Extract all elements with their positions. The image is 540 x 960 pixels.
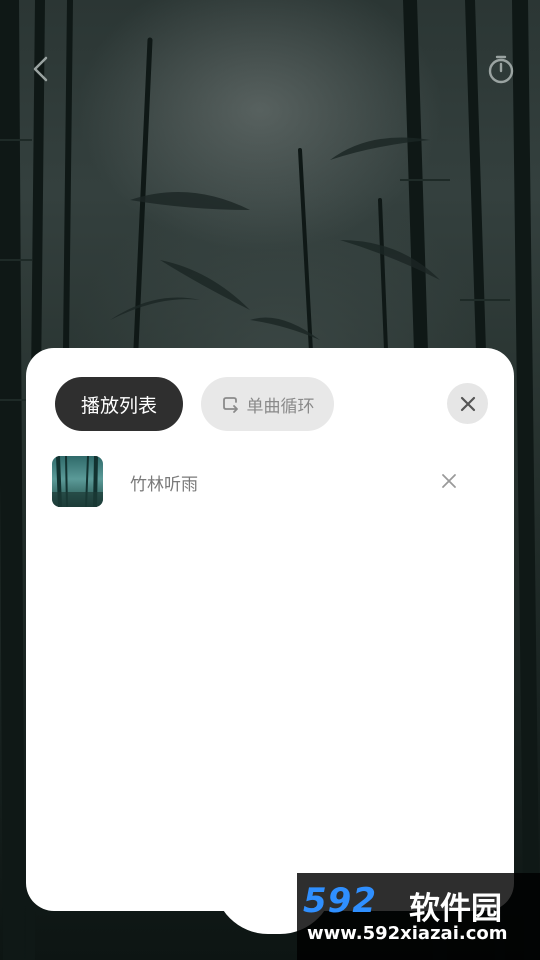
watermark-logo: 592 xyxy=(303,881,377,921)
tab-single-loop[interactable]: 单曲循环 xyxy=(201,377,334,431)
stopwatch-icon xyxy=(488,55,514,84)
bamboo-forest-thumbnail xyxy=(52,456,103,507)
playlist-panel xyxy=(26,348,514,911)
timer-button[interactable] xyxy=(484,52,518,86)
watermark: 592 软件园 www.592xiazai.com xyxy=(297,873,540,960)
repeat-icon xyxy=(222,397,238,413)
watermark-url: www.592xiazai.com xyxy=(307,923,508,944)
remove-track-button[interactable] xyxy=(438,470,460,492)
track-title: 竹林听雨 xyxy=(130,475,198,495)
close-button[interactable] xyxy=(447,383,488,424)
tab-playlist[interactable]: 播放列表 xyxy=(55,377,183,431)
track-cover xyxy=(52,456,103,507)
watermark-name: 软件园 xyxy=(409,891,502,927)
list-item[interactable]: 竹林听雨 xyxy=(52,456,482,508)
chevron-left-icon xyxy=(33,56,48,82)
close-icon xyxy=(460,396,475,411)
remove-icon xyxy=(442,474,456,488)
tab-playlist-label: 播放列表 xyxy=(80,394,157,417)
tab-single-loop-label: 单曲循环 xyxy=(246,396,315,417)
back-button[interactable] xyxy=(24,52,58,86)
